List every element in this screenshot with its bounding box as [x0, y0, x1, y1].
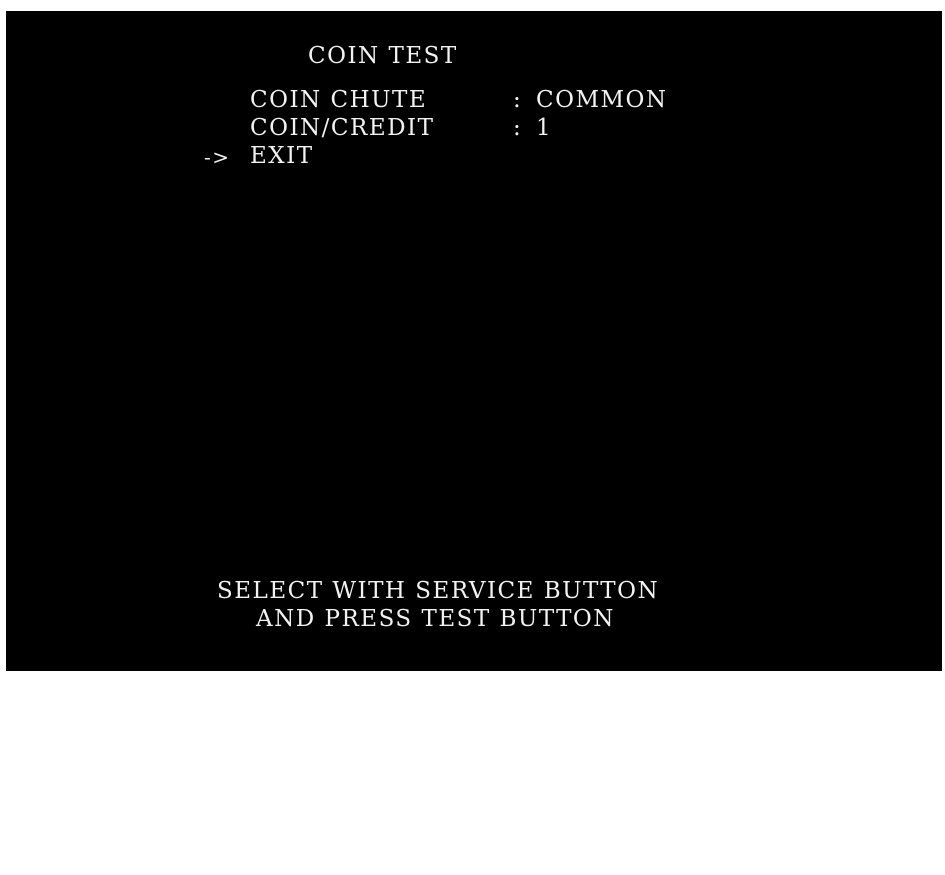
page-title: COIN TEST	[308, 43, 458, 69]
menu-item-coin-chute[interactable]: COIN CHUTE : COMMON	[6, 87, 942, 254]
menu-item-label: EXIT	[250, 143, 314, 169]
menu-item-value: 1	[536, 115, 553, 141]
menu-item-separator: :	[513, 115, 523, 141]
selection-cursor-icon: ->	[204, 145, 231, 169]
menu-item-exit[interactable]: -> EXIT	[6, 143, 942, 659]
menu-item-separator: :	[513, 87, 523, 113]
menu-item-label: COIN/CREDIT	[250, 115, 435, 141]
menu-item-value: COMMON	[536, 87, 668, 113]
menu-item-coin-credit[interactable]: COIN/CREDIT : 1	[6, 115, 942, 470]
menu-item-label: COIN CHUTE	[250, 87, 428, 113]
instruction-line-2: AND PRESS TEST BUTTON	[256, 606, 615, 632]
test-mode-screen: COIN TEST COIN CHUTE : COMMON COIN/CREDI…	[6, 11, 942, 671]
instructions: SELECT WITH SERVICE BUTTON AND PRESS TES…	[6, 578, 942, 848]
instruction-line-1: SELECT WITH SERVICE BUTTON	[217, 578, 660, 604]
